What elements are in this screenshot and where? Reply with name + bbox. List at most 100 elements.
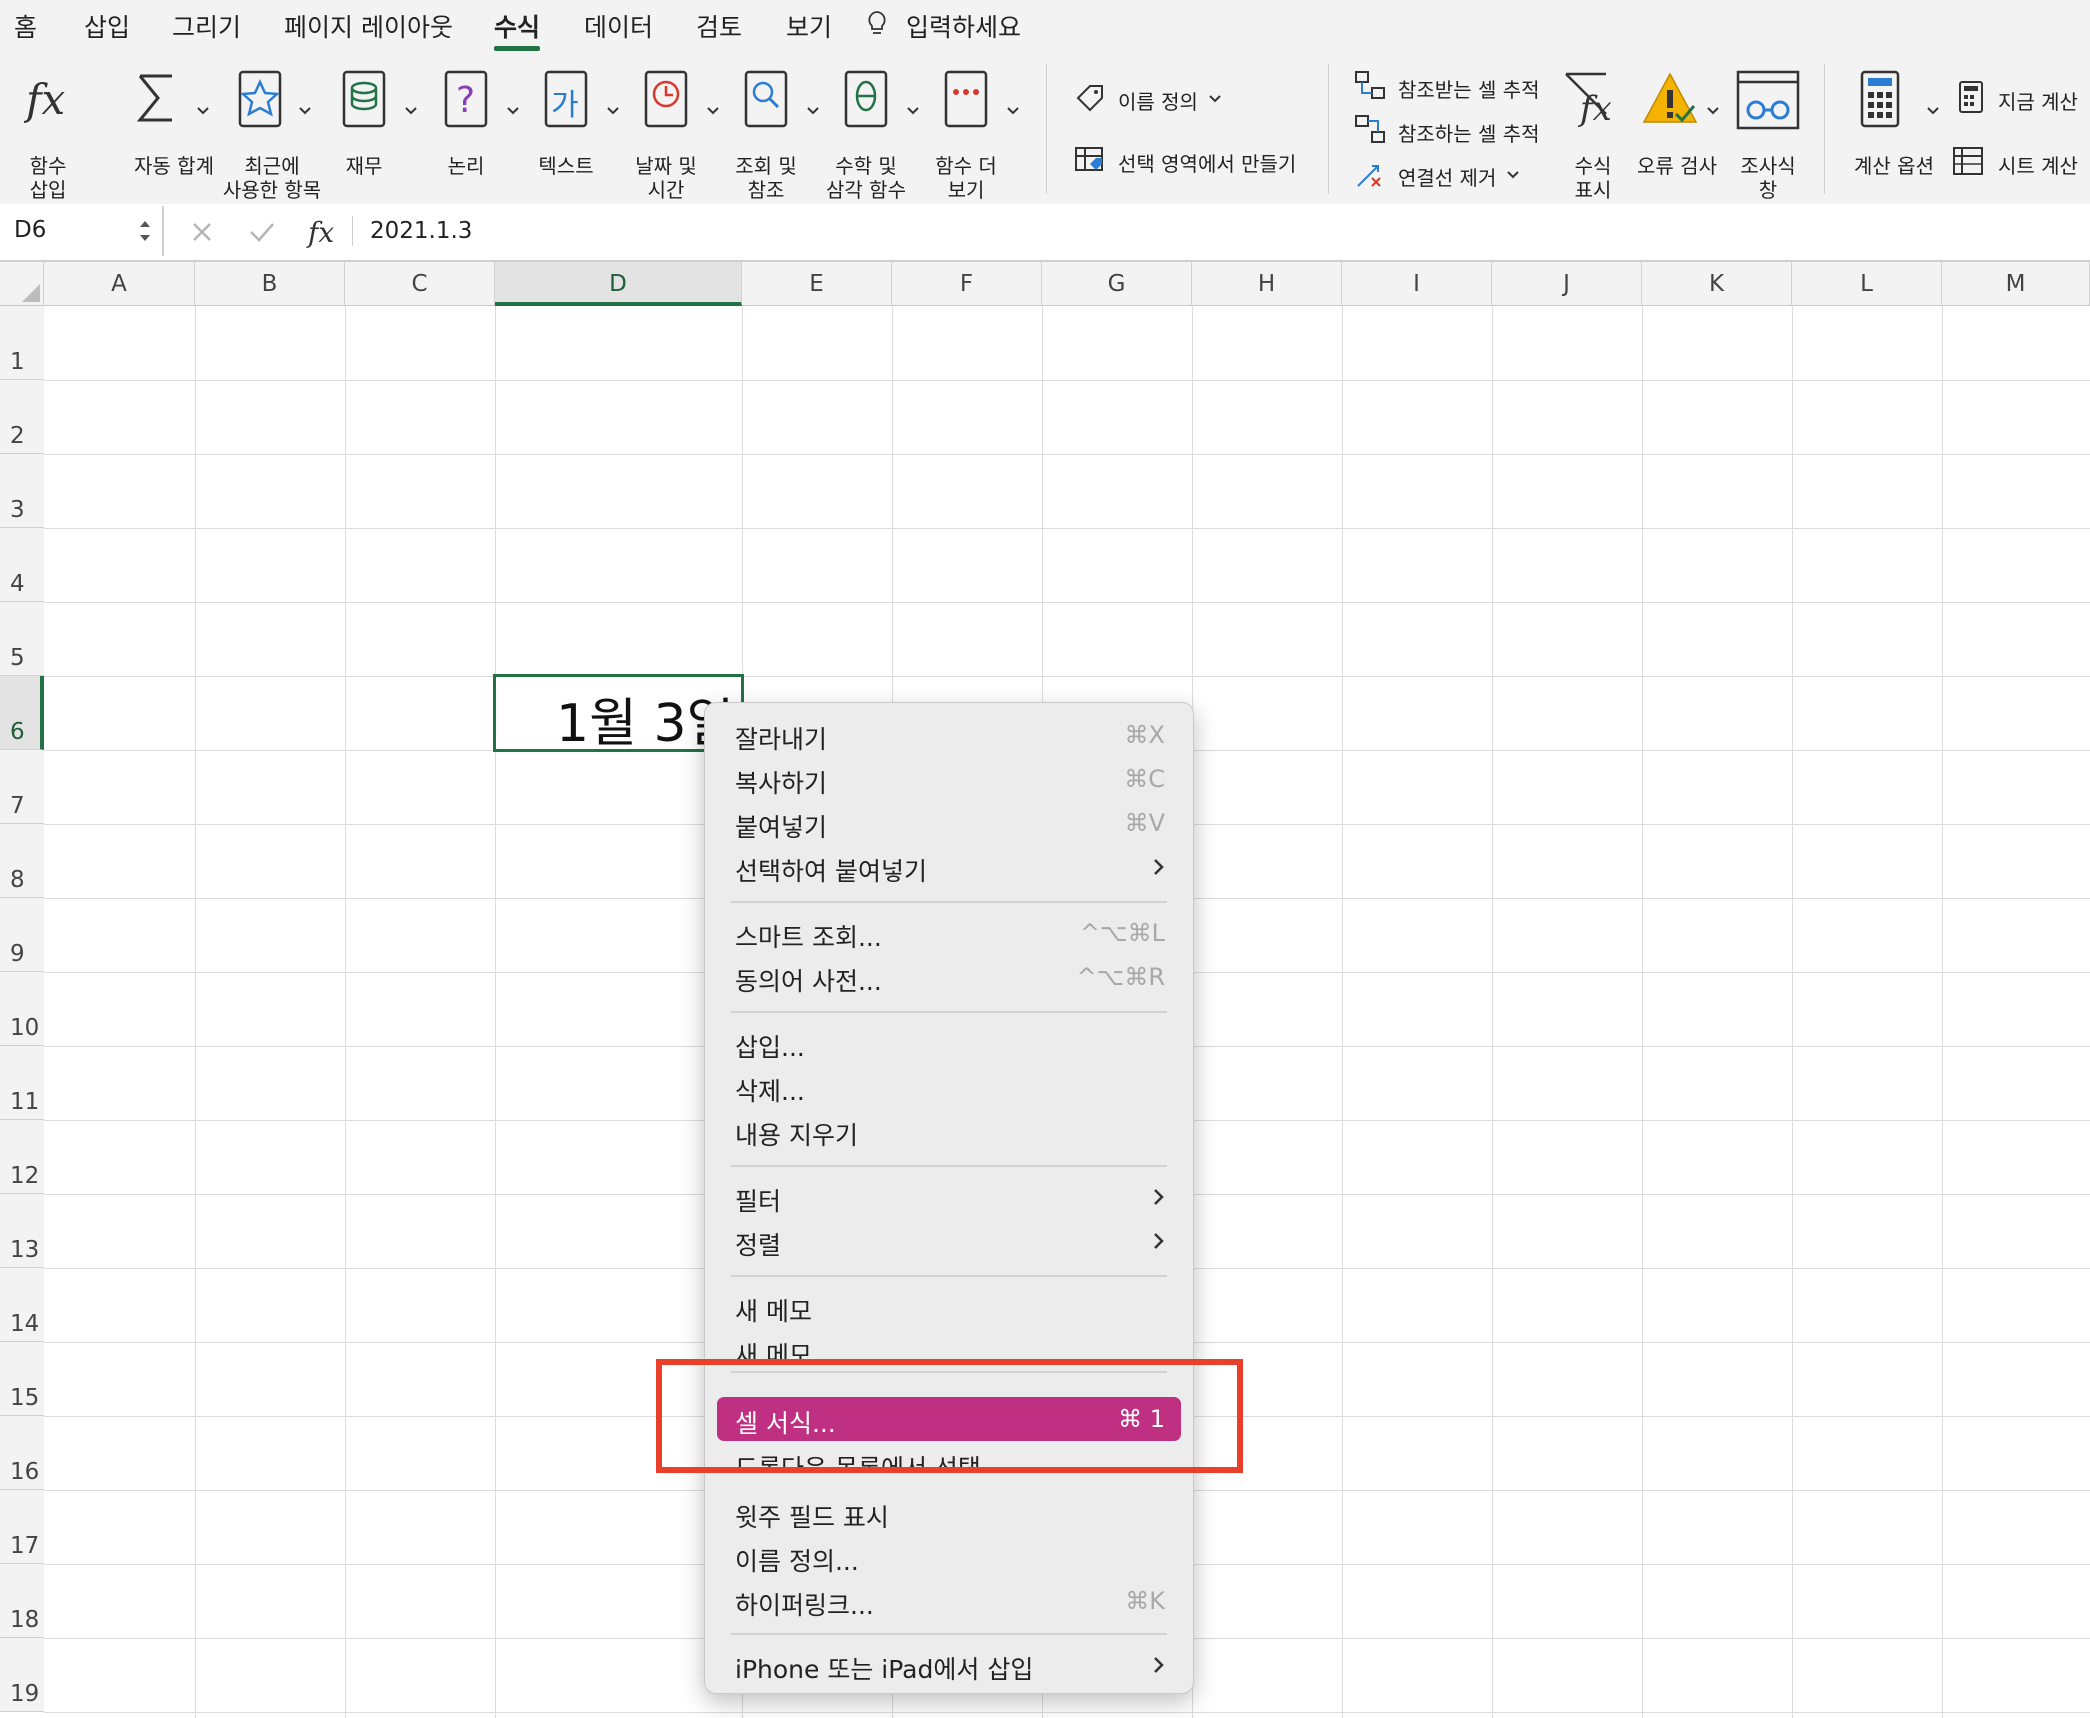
trace-precedents-button[interactable]: 참조받는 셀 추적 <box>1354 70 1544 102</box>
menu-item-clear-contents[interactable]: 내용 지우기 <box>705 1109 1193 1151</box>
menu-separator <box>731 901 1167 903</box>
tag-icon <box>1076 85 1103 112</box>
row-header-12[interactable]: 12 <box>0 1120 44 1194</box>
name-box[interactable]: D6 <box>0 206 164 256</box>
stepper-icon[interactable] <box>138 216 152 246</box>
remove-arrows-button[interactable]: 연결선 제거 <box>1354 158 1544 190</box>
formula-input[interactable]: 2021.1.3 <box>370 218 472 244</box>
menu-item-copy[interactable]: 복사하기 ⌘C <box>705 757 1193 799</box>
chevron-down-icon <box>807 107 819 115</box>
context-menu: 잘라내기 ⌘X 복사하기 ⌘C 붙여넣기 ⌘V 선택하여 붙여넣기 스마트 조회… <box>704 702 1194 1694</box>
remove-arrows-icon <box>1357 165 1381 187</box>
ribbon: fx 함수 삽입 자동 합계 최근에 사용한 항목 재무 ? 논리 가 텍스트 … <box>0 56 2090 206</box>
select-all-corner[interactable] <box>0 262 44 306</box>
menu-separator <box>731 1165 1167 1167</box>
menu-item-show-phonetic-field[interactable]: 윗주 필드 표시 <box>705 1491 1193 1533</box>
column-header-f[interactable]: F <box>892 262 1042 306</box>
chevron-right-icon <box>1154 1189 1164 1205</box>
menu-item-paste[interactable]: 붙여넣기 ⌘V <box>705 801 1193 843</box>
menu-item-cut[interactable]: 잘라내기 ⌘X <box>705 713 1193 755</box>
menu-item-hyperlink[interactable]: 하이퍼링크... ⌘K <box>705 1579 1193 1621</box>
chevron-down-icon <box>1927 107 1939 115</box>
column-header-j[interactable]: J <box>1492 262 1642 306</box>
define-name-button[interactable]: 이름 정의 <box>1074 82 1234 114</box>
row-header-17[interactable]: 17 <box>0 1490 44 1564</box>
tab-formulas[interactable]: 수식 <box>494 8 540 44</box>
theta-book-icon <box>844 70 888 128</box>
column-header-e[interactable]: E <box>742 262 892 306</box>
ribbon-separator <box>1046 64 1047 194</box>
row-header-11[interactable]: 11 <box>0 1046 44 1120</box>
menu-item-sort[interactable]: 정렬 <box>705 1219 1193 1261</box>
menu-separator <box>731 1275 1167 1277</box>
fx-icon[interactable]: fx <box>306 214 346 250</box>
tab-data[interactable]: 데이터 <box>584 8 653 44</box>
column-header-g[interactable]: G <box>1042 262 1192 306</box>
column-header-c[interactable]: C <box>345 262 495 306</box>
row-header-10[interactable]: 10 <box>0 972 44 1046</box>
menu-item-filter[interactable]: 필터 <box>705 1175 1193 1217</box>
chevron-down-icon <box>907 107 919 115</box>
row-header-9[interactable]: 9 <box>0 898 44 972</box>
glasses-window-icon <box>1736 70 1800 130</box>
column-header-h[interactable]: H <box>1192 262 1342 306</box>
row-header-4[interactable]: 4 <box>0 528 44 602</box>
row-header-6[interactable]: 6 <box>0 676 44 750</box>
row-header-7[interactable]: 7 <box>0 750 44 824</box>
row-header-14[interactable]: 14 <box>0 1268 44 1342</box>
tab-draw[interactable]: 그리기 <box>172 8 241 44</box>
calculate-now-button[interactable]: 지금 계산 <box>1956 80 2086 114</box>
row-header-3[interactable]: 3 <box>0 454 44 528</box>
row-header-18[interactable]: 18 <box>0 1564 44 1638</box>
row-header-19[interactable]: 19 <box>0 1638 44 1712</box>
menu-item-paste-special[interactable]: 선택하여 붙여넣기 <box>705 845 1193 887</box>
menu-tabs: 홈 삽입 그리기 페이지 레이아웃 수식 데이터 검토 보기 입력하세요 <box>0 0 2090 56</box>
column-header-l[interactable]: L <box>1792 262 1942 306</box>
create-from-selection-button[interactable]: 선택 영역에서 만들기 <box>1074 144 1304 176</box>
menu-item-new-note-2[interactable]: 새 메모 <box>705 1329 1193 1359</box>
row-header-8[interactable]: 8 <box>0 824 44 898</box>
menu-item-insert-from-iphone[interactable]: iPhone 또는 iPad에서 삽입 <box>705 1643 1193 1685</box>
row-header-2[interactable]: 2 <box>0 380 44 454</box>
menu-item-new-note[interactable]: 새 메모 <box>705 1285 1193 1327</box>
trace-dependents-icon <box>1355 115 1385 143</box>
show-formulas-icon: fx <box>1565 72 1612 129</box>
chevron-down-icon <box>299 107 311 115</box>
menu-item-delete[interactable]: 삭제... <box>705 1065 1193 1107</box>
chevron-down-icon <box>405 107 417 115</box>
trace-dependents-button[interactable]: 참조하는 셀 추적 <box>1354 114 1544 146</box>
column-header-m[interactable]: M <box>1942 262 2090 306</box>
tab-view[interactable]: 보기 <box>786 8 832 44</box>
calculate-sheet-button[interactable]: 시트 계산 <box>1952 144 2086 178</box>
chevron-down-icon <box>507 107 519 115</box>
column-header-k[interactable]: K <box>1642 262 1792 306</box>
menu-item-insert[interactable]: 삽입... <box>705 1021 1193 1063</box>
row-header-13[interactable]: 13 <box>0 1194 44 1268</box>
column-header-i[interactable]: I <box>1342 262 1492 306</box>
column-header-d[interactable]: D <box>495 262 742 306</box>
ribbon-separator <box>1328 64 1329 194</box>
tell-me-input[interactable]: 입력하세요 <box>906 8 1021 44</box>
tab-insert[interactable]: 삽입 <box>84 8 130 44</box>
tab-review[interactable]: 검토 <box>696 8 742 44</box>
row-header-5[interactable]: 5 <box>0 602 44 676</box>
chevron-right-icon <box>1154 1657 1164 1673</box>
column-header-a[interactable]: A <box>44 262 195 306</box>
menu-separator <box>731 1011 1167 1013</box>
tab-home[interactable]: 홈 <box>14 8 37 44</box>
row-header-1[interactable]: 1 <box>0 306 44 380</box>
svg-text:?: ? <box>456 80 475 121</box>
dots-book-icon <box>944 70 988 128</box>
column-header-b[interactable]: B <box>195 262 345 306</box>
chevron-down-icon <box>1209 95 1221 103</box>
calculator-icon <box>1860 70 1900 128</box>
menu-item-thesaurus[interactable]: 동의어 사전... ^⌥⌘R <box>705 955 1193 997</box>
tab-page-layout[interactable]: 페이지 레이아웃 <box>284 8 453 44</box>
enter-check-icon[interactable] <box>248 220 276 244</box>
chevron-right-icon <box>1154 859 1164 875</box>
menu-item-define-name[interactable]: 이름 정의... <box>705 1535 1193 1577</box>
row-header-15[interactable]: 15 <box>0 1342 44 1416</box>
cancel-icon[interactable] <box>190 220 214 244</box>
row-header-16[interactable]: 16 <box>0 1416 44 1490</box>
menu-item-smart-lookup[interactable]: 스마트 조회... ^⌥⌘L <box>705 911 1193 953</box>
